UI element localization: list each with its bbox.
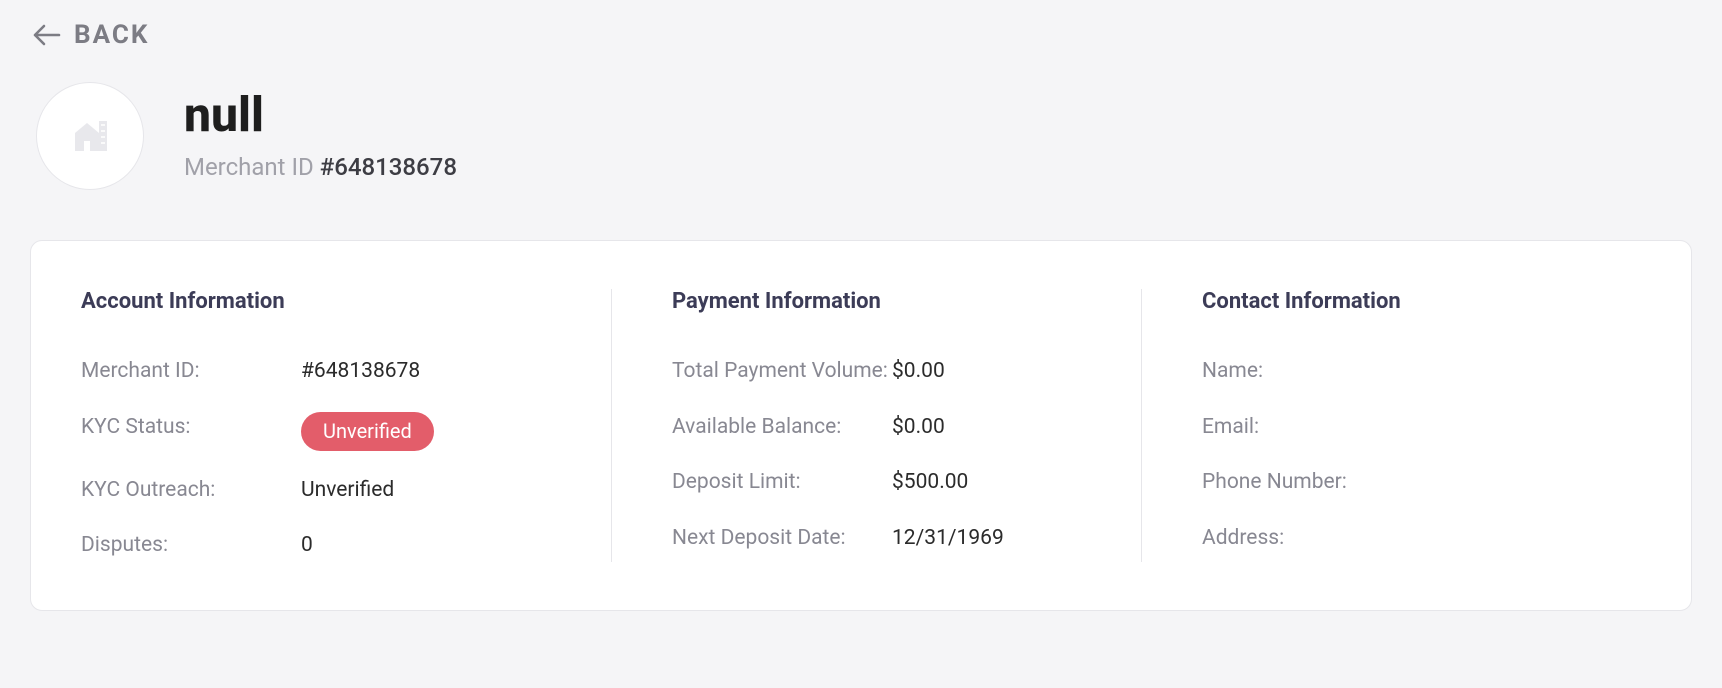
row-deposit-limit: Deposit Limit: $500.00 [672,467,1091,499]
label-contact-name: Name: [1202,356,1422,388]
arrow-left-icon [32,23,62,47]
merchant-avatar [36,82,144,190]
value-deposit-limit: $500.00 [892,467,968,499]
merchant-id-value: #648138678 [320,153,457,181]
back-button[interactable]: BACK [32,20,1692,50]
label-deposit-limit: Deposit Limit: [672,467,892,499]
label-contact-phone: Phone Number: [1202,467,1422,499]
section-title-contact: Contact Information [1202,289,1591,314]
row-total-volume: Total Payment Volume: $0.00 [672,356,1091,388]
value-available-balance: $0.00 [892,412,945,444]
row-contact-address: Address: [1202,523,1591,555]
section-title-payment: Payment Information [672,289,1091,314]
merchant-id-line: Merchant ID #648138678 [184,153,457,181]
status-badge-unverified: Unverified [301,412,434,451]
value-merchant-id: #648138678 [301,356,420,388]
row-contact-phone: Phone Number: [1202,467,1591,499]
row-merchant-id: Merchant ID: #648138678 [81,356,561,388]
label-merchant-id: Merchant ID: [81,356,301,388]
contact-info-section: Contact Information Name: Email: Phone N… [1141,289,1641,562]
label-next-deposit: Next Deposit Date: [672,523,892,555]
merchant-header: null Merchant ID #648138678 [30,82,1692,190]
merchant-name: null [184,91,457,139]
label-kyc-status: KYC Status: [81,412,301,444]
value-next-deposit: 12/31/1969 [892,523,1004,555]
label-disputes: Disputes: [81,530,301,562]
section-title-account: Account Information [81,289,561,314]
merchant-id-label: Merchant ID [184,153,314,181]
label-available-balance: Available Balance: [672,412,892,444]
row-kyc-outreach: KYC Outreach: Unverified [81,475,561,507]
row-available-balance: Available Balance: $0.00 [672,412,1091,444]
row-next-deposit: Next Deposit Date: 12/31/1969 [672,523,1091,555]
label-kyc-outreach: KYC Outreach: [81,475,301,507]
payment-info-section: Payment Information Total Payment Volume… [611,289,1141,562]
account-info-section: Account Information Merchant ID: #648138… [81,289,611,562]
building-icon [67,111,113,161]
value-kyc-outreach: Unverified [301,475,394,507]
value-total-volume: $0.00 [892,356,945,388]
label-contact-address: Address: [1202,523,1422,555]
row-contact-email: Email: [1202,412,1591,444]
row-contact-name: Name: [1202,356,1591,388]
row-kyc-status: KYC Status: Unverified [81,412,561,451]
row-disputes: Disputes: 0 [81,530,561,562]
label-total-volume: Total Payment Volume: [672,356,892,388]
value-disputes: 0 [301,530,313,562]
info-card: Account Information Merchant ID: #648138… [30,240,1692,611]
back-label: BACK [74,20,149,50]
label-contact-email: Email: [1202,412,1422,444]
